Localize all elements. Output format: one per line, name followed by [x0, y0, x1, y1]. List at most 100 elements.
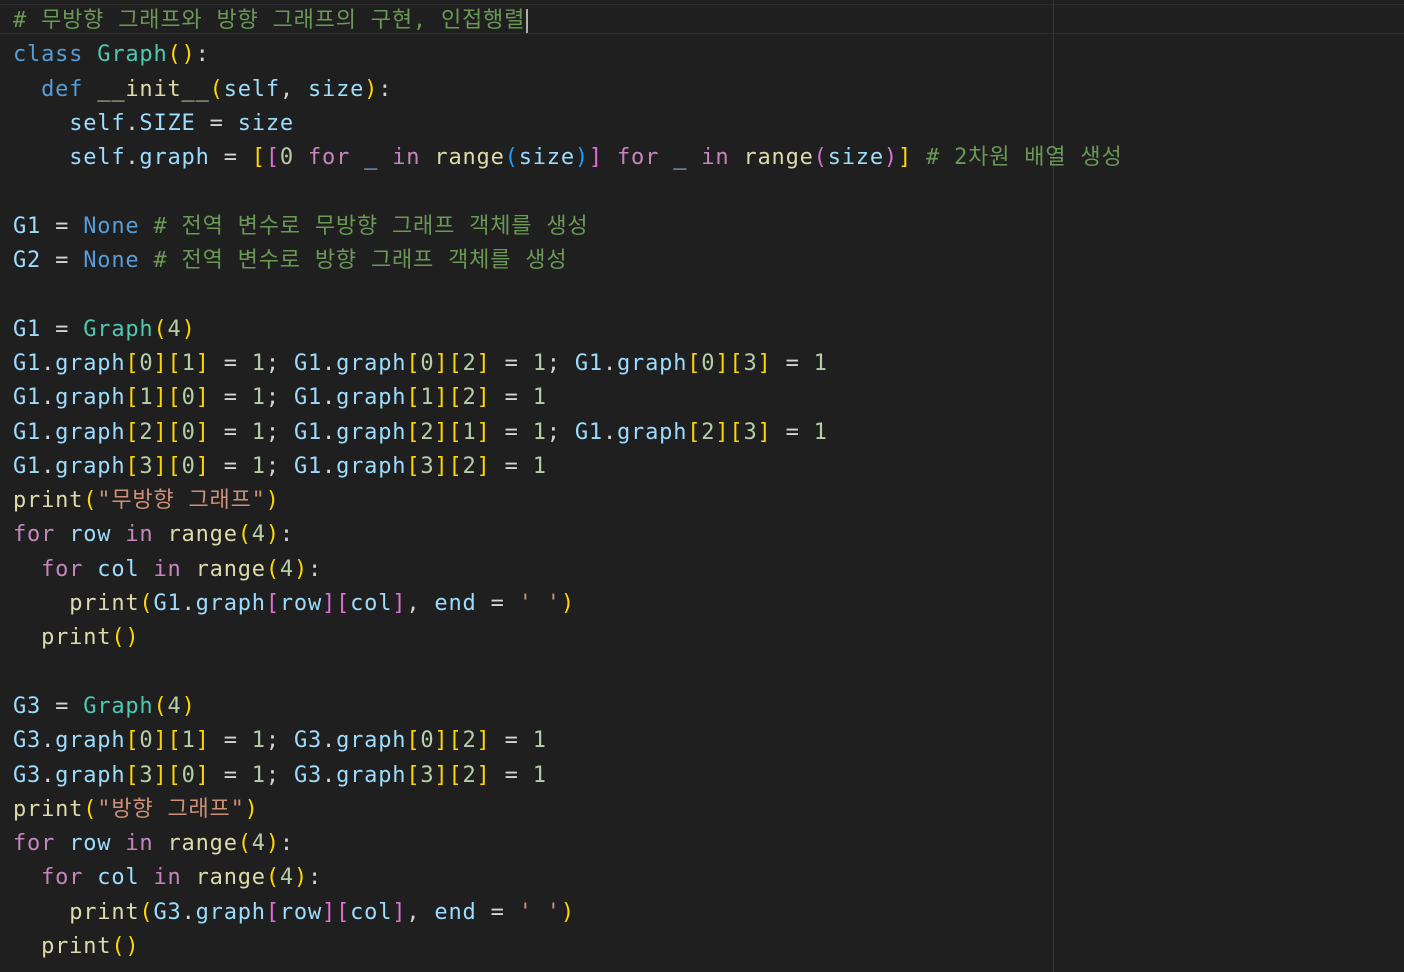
- code-token: [: [448, 762, 463, 788]
- code-line[interactable]: G1 = Graph(4): [13, 313, 1123, 347]
- code-token: G1: [293, 453, 323, 479]
- code-token: ]: [434, 762, 449, 788]
- code-token: in: [125, 522, 154, 548]
- code-line[interactable]: G1.graph[1][0] = 1; G1.graph[1][2] = 1: [13, 381, 1123, 415]
- code-area[interactable]: # 무방향 그래프와 방향 그래프의 구현, 인접행렬 class Graph()…: [13, 4, 1123, 964]
- code-token: ): [265, 522, 280, 548]
- code-line[interactable]: G1.graph[3][0] = 1; G1.graph[3][2] = 1: [13, 450, 1123, 484]
- code-token: ): [883, 145, 898, 171]
- code-token: .: [125, 110, 140, 136]
- code-token: graph: [336, 728, 407, 754]
- code-token: ]: [153, 728, 168, 754]
- code-token: .: [41, 350, 56, 376]
- code-token: G1: [13, 419, 42, 445]
- code-token: ]: [195, 762, 210, 788]
- code-token: _: [673, 145, 688, 171]
- code-line[interactable]: self.SIZE = size: [13, 107, 1123, 141]
- code-line[interactable]: G1.graph[2][0] = 1; G1.graph[2][1] = 1; …: [13, 416, 1123, 450]
- code-token: 2: [462, 728, 477, 754]
- code-token: row: [279, 899, 323, 925]
- code-token: G3: [13, 762, 42, 788]
- code-line[interactable]: G1 = None # 전역 변수로 무방향 그래프 객체를 생성: [13, 210, 1123, 244]
- code-token: col: [350, 899, 393, 925]
- code-token: in: [701, 145, 730, 171]
- code-line[interactable]: [13, 278, 1123, 312]
- code-token: 1: [251, 453, 266, 479]
- code-token: ,: [406, 591, 435, 617]
- code-line[interactable]: print("무방향 그래프"): [13, 484, 1123, 518]
- code-token: .: [322, 762, 337, 788]
- code-token: 4: [279, 556, 294, 582]
- code-line[interactable]: print(): [13, 930, 1123, 964]
- code-line[interactable]: G3 = Graph(4): [13, 690, 1123, 724]
- code-token: ]: [434, 419, 449, 445]
- code-token: =: [209, 453, 252, 479]
- code-token: ): [265, 488, 280, 514]
- code-token: graph: [139, 145, 210, 171]
- code-token: ' ': [518, 591, 561, 617]
- code-token: (: [83, 488, 98, 514]
- code-token: G1: [13, 385, 42, 411]
- code-token: .: [322, 385, 337, 411]
- code-token: graph: [195, 591, 266, 617]
- code-token: graph: [55, 385, 126, 411]
- code-token: ): [265, 831, 280, 857]
- code-line[interactable]: print(G3.graph[row][col], end = ' '): [13, 896, 1123, 930]
- code-line[interactable]: class Graph():: [13, 38, 1123, 72]
- code-token: (: [813, 145, 828, 171]
- code-token: =: [209, 145, 252, 171]
- code-line[interactable]: for row in range(4):: [13, 518, 1123, 552]
- code-line[interactable]: [13, 175, 1123, 209]
- code-token: G3: [13, 693, 42, 719]
- code-line[interactable]: [13, 656, 1123, 690]
- code-line[interactable]: G3.graph[0][1] = 1; G3.graph[0][2] = 1: [13, 724, 1123, 758]
- code-token: # 전역 변수로 무방향 그래프 객체를 생성: [153, 213, 589, 239]
- code-token: 1: [181, 350, 196, 376]
- code-line[interactable]: for col in range(4):: [13, 553, 1123, 587]
- code-token: =: [476, 899, 519, 925]
- code-token: range: [195, 865, 266, 891]
- code-token: 2: [701, 419, 716, 445]
- code-token: col: [97, 865, 140, 891]
- code-token: [: [687, 419, 702, 445]
- code-line[interactable]: print(): [13, 621, 1123, 655]
- code-token: 1: [532, 762, 547, 788]
- code-token: row: [69, 522, 112, 548]
- code-token: =: [476, 591, 519, 617]
- code-token: ' ': [518, 899, 561, 925]
- code-line[interactable]: G2 = None # 전역 변수로 방향 그래프 객체를 생성: [13, 244, 1123, 278]
- code-token: for: [307, 145, 351, 171]
- code-token: ]: [434, 453, 449, 479]
- code-line[interactable]: # 무방향 그래프와 방향 그래프의 구현, 인접행렬: [13, 4, 1123, 38]
- code-line[interactable]: self.graph = [[0 for _ in range(size)] f…: [13, 141, 1123, 175]
- code-line[interactable]: def __init__(self, size):: [13, 73, 1123, 107]
- code-line[interactable]: print("방향 그래프"): [13, 793, 1123, 827]
- code-line[interactable]: G1.graph[0][1] = 1; G1.graph[0][2] = 1; …: [13, 347, 1123, 381]
- code-token: .: [322, 350, 337, 376]
- code-token: [: [336, 899, 351, 925]
- code-line[interactable]: for col in range(4):: [13, 861, 1123, 895]
- code-token: 2: [462, 453, 477, 479]
- code-token: :: [279, 522, 294, 548]
- code-token: .: [322, 728, 337, 754]
- code-token: [: [336, 591, 351, 617]
- code-line[interactable]: G3.graph[3][0] = 1; G3.graph[3][2] = 1: [13, 759, 1123, 793]
- code-token: :: [195, 42, 210, 68]
- code-token: =: [209, 385, 252, 411]
- code-token: :: [378, 76, 393, 102]
- code-editor[interactable]: # 무방향 그래프와 방향 그래프의 구현, 인접행렬 class Graph()…: [0, 0, 1404, 972]
- code-token: =: [490, 728, 533, 754]
- code-token: ): [181, 316, 196, 342]
- code-token: ]: [715, 350, 730, 376]
- code-line[interactable]: for row in range(4):: [13, 827, 1123, 861]
- code-line[interactable]: print(G1.graph[row][col], end = ' '): [13, 587, 1123, 621]
- code-token: ): [244, 796, 259, 822]
- code-token: ;: [265, 385, 294, 411]
